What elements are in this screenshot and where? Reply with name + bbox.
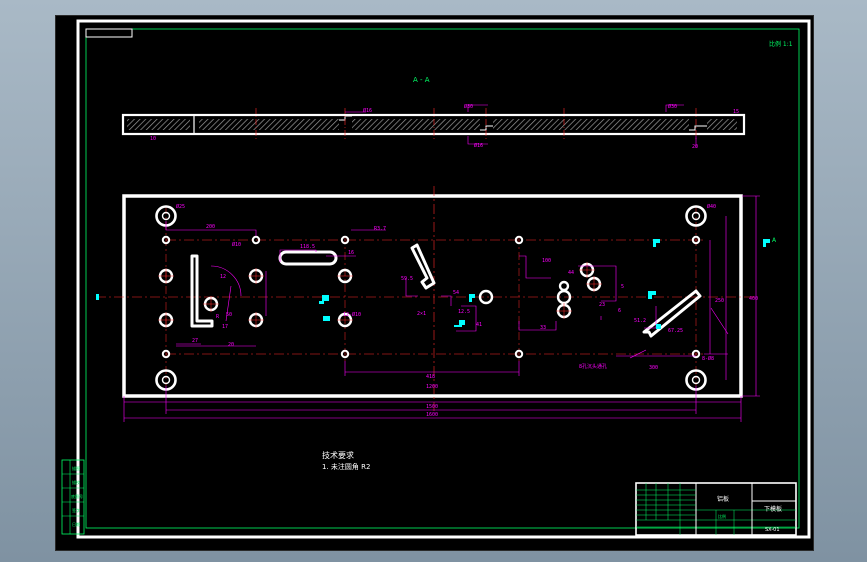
- dim-6: 6: [618, 308, 621, 314]
- dim-phi10: Ø10: [232, 241, 241, 248]
- dim-20: 20: [228, 342, 234, 348]
- strip-label-3: 底图号: [71, 493, 83, 499]
- dim-12-phi10: 12-Ø10: [343, 311, 361, 318]
- dim-400: 400: [749, 296, 758, 302]
- section-label: A - A: [413, 76, 430, 84]
- corner-tag: [85, 28, 133, 38]
- sec-dim-3: Ø16: [474, 142, 483, 149]
- dim-512: 51.2: [634, 318, 646, 324]
- dim-23: 23: [599, 302, 605, 308]
- strip-label-5: 日期: [72, 521, 80, 527]
- title-drawing-no: SX-01: [765, 527, 780, 533]
- dim-r: R: [216, 314, 220, 320]
- dim-hole-tr: Ø40: [707, 203, 716, 210]
- sec-dim-5: 15: [733, 109, 739, 115]
- dim-hole-tl: Ø25: [176, 203, 185, 210]
- section-view: [121, 104, 746, 148]
- dim-1500: 1500: [426, 404, 438, 410]
- title-name: 下模板: [764, 505, 782, 513]
- dim-1185: 118.5: [300, 244, 315, 250]
- dim-1200: 1200: [426, 384, 438, 390]
- dim-17: 17: [222, 324, 228, 330]
- tech-title: 技术要求: [322, 450, 354, 460]
- left-strip-table: 描图 描校 底图号 签字 日期: [61, 459, 85, 535]
- dim-50: 50: [226, 312, 232, 318]
- dim-100: 100: [542, 258, 551, 264]
- dim-200: 200: [206, 224, 215, 230]
- tech-note: 1. 未注圆角 R2: [322, 462, 370, 471]
- outer-frame: [76, 19, 811, 539]
- dim-300: 300: [649, 365, 658, 371]
- dim-r37: R3.7: [374, 226, 386, 232]
- sec-dim-1: Ø30: [464, 103, 473, 110]
- dim-44: 44: [568, 270, 574, 276]
- drawing-canvas: 比例 1:1 描图 描校 底图号 签字 日期 A - A Ø30 Ø30 Ø16…: [55, 15, 814, 551]
- strip-label-1: 描图: [72, 465, 80, 471]
- dim-16: 16: [348, 250, 354, 256]
- title-scale-label: 比例: [718, 513, 726, 519]
- cad-drawing: 比例 1:1 描图 描校 底图号 签字 日期 A - A Ø30 Ø30 Ø16…: [61, 19, 811, 539]
- title-part-name: 铝板: [717, 495, 729, 503]
- note-hole: 8孔沉头通孔: [579, 363, 607, 370]
- sec-dim-2: Ø30: [668, 103, 677, 110]
- dim-8phi8: 8-Ø8: [702, 355, 714, 362]
- corner-mark: 比例 1:1: [769, 40, 793, 48]
- dim-418: 418: [426, 374, 435, 380]
- dim-41: 41: [476, 322, 482, 328]
- section-arrow-a: A: [772, 237, 777, 244]
- sec-dim-4: Ø16: [363, 107, 372, 114]
- dim-54: 54: [453, 290, 459, 296]
- sec-dim-7: 20: [692, 144, 698, 150]
- dim-12: 12: [220, 274, 226, 280]
- dim-595: 59.5: [401, 276, 413, 282]
- dim-250: 250: [715, 298, 724, 304]
- sec-dim-6: 10: [150, 136, 156, 142]
- dim-33: 33: [540, 325, 546, 331]
- dim-5: 5: [621, 284, 624, 290]
- dim-1600: 1600: [426, 412, 438, 418]
- dim-2x1: 2×1: [417, 311, 426, 317]
- strip-label-4: 签字: [72, 507, 80, 513]
- dim-6725: 67.25: [668, 328, 683, 334]
- dim-27: 27: [192, 338, 198, 344]
- strip-label-2: 描校: [72, 479, 80, 485]
- dim-125: 12.5: [458, 309, 470, 315]
